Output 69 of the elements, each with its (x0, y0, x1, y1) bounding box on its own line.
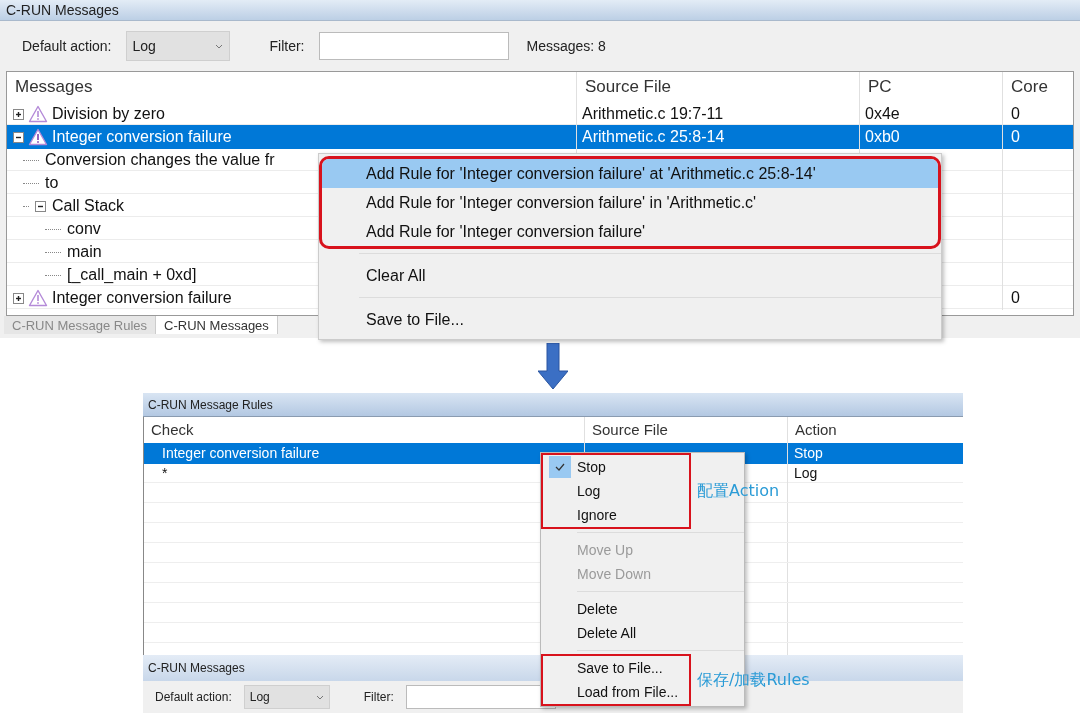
window-title: C-RUN Messages (6, 0, 119, 20)
tree-line (45, 228, 61, 230)
core-cell-text: 0 (1011, 104, 1020, 124)
message-count: Messages: 8 (526, 36, 606, 56)
tree-line (23, 159, 39, 161)
default-action-dropdown[interactable]: Log (243, 685, 330, 709)
column-header[interactable]: Source File (592, 418, 668, 442)
message-text: Integer conversion failure (52, 127, 232, 147)
message-text: Call Stack (52, 196, 125, 216)
source-file-cell-text: Arithmetic.c 19:7-11 (582, 104, 724, 124)
tree-row[interactable]: Integer conversion failure (7, 125, 576, 149)
tree-line (45, 274, 61, 276)
filter-label: Filter: (363, 689, 394, 706)
menu-item[interactable]: Delete All (577, 622, 637, 644)
tree-line (45, 251, 61, 253)
menu-item[interactable]: Load from File... (577, 681, 679, 703)
core-cell-text: 0 (1011, 288, 1020, 308)
message-text: to (45, 173, 59, 193)
menu-item[interactable]: Log (577, 480, 601, 502)
action-cell-text: Log (794, 464, 818, 483)
column-header[interactable]: Check (151, 418, 194, 442)
tree-line (23, 205, 29, 207)
annotation-note: 保存/加载Rules (697, 669, 810, 691)
warning-icon (28, 289, 48, 307)
pc-cell-text: 0xb0 (865, 127, 900, 147)
menu-item[interactable]: Ignore (577, 504, 617, 526)
action-cell-text: Stop (794, 444, 823, 463)
filter-label: Filter: (269, 36, 305, 56)
filter-field[interactable] (318, 32, 509, 60)
default-action-dropdown[interactable]: Log (125, 31, 230, 61)
chevron-down-icon (214, 43, 223, 49)
chevron-down-icon (315, 694, 324, 700)
message-text: conv (67, 219, 101, 239)
default-action-label: Default action: (22, 36, 112, 56)
column-header[interactable]: Source File (585, 74, 671, 100)
message-text: main (67, 242, 102, 262)
column-header[interactable]: PC (868, 74, 892, 100)
warning-icon (28, 128, 48, 146)
filter-field[interactable] (405, 685, 556, 709)
message-text: Integer conversion failure (52, 288, 232, 308)
core-cell-text: 0 (1011, 127, 1020, 147)
menu-item[interactable]: Add Rule for 'Integer conversion failure' at 'Arithmetic.c 25:8-14' (322, 159, 938, 188)
check-cell-text: * (162, 464, 168, 483)
menu-item[interactable]: Add Rule for 'Integer conversion failure' (322, 217, 938, 246)
column-header[interactable]: Core (1011, 74, 1048, 100)
menu-item[interactable]: Save to File... (577, 657, 663, 679)
panel-title: C-RUN Messages (148, 660, 245, 677)
annotation-note: 配置Action (697, 480, 780, 502)
column-header[interactable]: Messages (15, 74, 93, 100)
panel-tab[interactable]: C-RUN Messages (156, 316, 278, 334)
message-text: Division by zero (52, 104, 165, 124)
check-cell-text: Integer conversion failure (162, 444, 320, 463)
window-title: C-RUN Message Rules (148, 396, 273, 414)
expand-icon[interactable] (13, 292, 24, 304)
warning-icon (28, 105, 48, 123)
expand-icon[interactable] (13, 108, 24, 120)
collapse-icon[interactable] (13, 131, 24, 143)
tree-line (23, 182, 39, 184)
menu-item[interactable]: Add Rule for 'Integer conversion failure' in 'Arithmetic.c' (322, 188, 938, 217)
collapse-icon[interactable] (35, 200, 46, 212)
down-arrow-icon (538, 342, 568, 389)
default-action-label: Default action: (155, 689, 232, 706)
message-text: [_call_main + 0xd] (67, 265, 197, 285)
pc-cell-text: 0x4e (865, 104, 900, 124)
tree-row[interactable]: Division by zero (7, 102, 576, 126)
column-header[interactable]: Action (795, 418, 837, 442)
source-file-cell-text: Arithmetic.c 25:8-14 (582, 127, 725, 147)
menu-item[interactable]: Delete (577, 598, 618, 620)
message-text: Conversion changes the value fr (45, 150, 275, 170)
